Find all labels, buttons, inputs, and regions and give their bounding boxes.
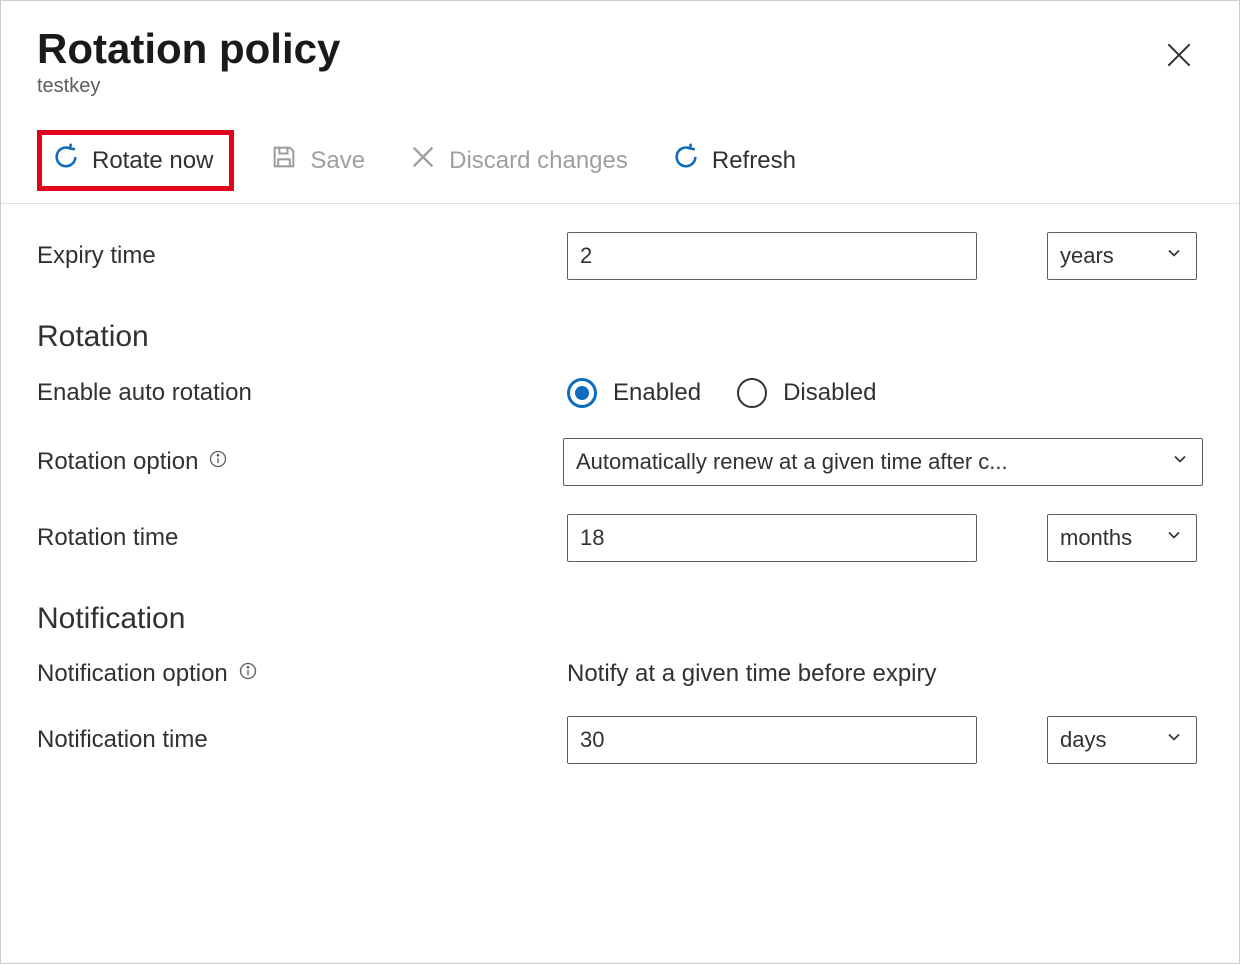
rotate-now-button[interactable]: Rotate now — [37, 130, 234, 191]
refresh-button[interactable]: Refresh — [664, 137, 804, 184]
notification-time-label: Notification time — [37, 726, 567, 754]
save-button: Save — [262, 137, 373, 184]
discard-label: Discard changes — [449, 147, 628, 175]
radio-circle-icon — [737, 378, 767, 408]
expiry-time-input[interactable] — [567, 232, 977, 280]
notification-option-row: Notification option Notify at a given ti… — [37, 660, 1203, 688]
notification-option-label: Notification option — [37, 660, 228, 688]
disabled-radio-label: Disabled — [783, 379, 876, 407]
chevron-down-icon — [1164, 243, 1184, 269]
rotation-option-value: Automatically renew at a given time afte… — [576, 449, 1170, 475]
notification-time-row: Notification time days — [37, 716, 1203, 764]
rotate-icon — [52, 143, 80, 178]
rotation-heading: Rotation — [37, 320, 1203, 354]
notification-time-input[interactable] — [567, 716, 977, 764]
radio-circle-icon — [567, 378, 597, 408]
rotation-time-input[interactable] — [567, 514, 977, 562]
notification-time-unit-dropdown[interactable]: days — [1047, 716, 1197, 764]
close-icon — [1163, 58, 1195, 75]
save-label: Save — [310, 147, 365, 175]
rotation-time-unit-dropdown[interactable]: months — [1047, 514, 1197, 562]
rotation-option-row: Rotation option Automatically renew at a… — [37, 438, 1203, 486]
chevron-down-icon — [1164, 525, 1184, 551]
rotation-option-dropdown[interactable]: Automatically renew at a given time afte… — [563, 438, 1203, 486]
toolbar: Rotate now Save Discard changes — [1, 106, 1239, 204]
auto-rotation-radio-group: Enabled Disabled — [567, 378, 876, 408]
rotation-time-label: Rotation time — [37, 524, 567, 552]
chevron-down-icon — [1164, 727, 1184, 753]
panel-header: Rotation policy testkey — [1, 1, 1239, 106]
page-title: Rotation policy — [37, 25, 1203, 73]
save-icon — [270, 143, 298, 178]
notification-heading: Notification — [37, 602, 1203, 636]
close-button[interactable] — [1159, 35, 1199, 80]
discard-changes-button: Discard changes — [401, 137, 636, 184]
rotation-option-label: Rotation option — [37, 448, 198, 476]
info-icon[interactable] — [208, 448, 228, 476]
enable-auto-rotation-row: Enable auto rotation Enabled Disabled — [37, 378, 1203, 408]
page-subtitle: testkey — [37, 75, 1203, 98]
refresh-icon — [672, 143, 700, 178]
notification-option-value: Notify at a given time before expiry — [567, 660, 937, 688]
expiry-time-row: Expiry time years — [37, 232, 1203, 280]
rotation-time-unit-value: months — [1060, 525, 1132, 551]
notification-time-unit-value: days — [1060, 727, 1106, 753]
expiry-time-unit-dropdown[interactable]: years — [1047, 232, 1197, 280]
enabled-radio[interactable]: Enabled — [567, 378, 701, 408]
expiry-time-label: Expiry time — [37, 242, 567, 270]
rotation-time-row: Rotation time months — [37, 514, 1203, 562]
enable-auto-rotation-label: Enable auto rotation — [37, 379, 567, 407]
refresh-label: Refresh — [712, 147, 796, 175]
disabled-radio[interactable]: Disabled — [737, 378, 876, 408]
info-icon[interactable] — [238, 660, 258, 688]
enabled-radio-label: Enabled — [613, 379, 701, 407]
rotate-now-label: Rotate now — [92, 147, 213, 175]
expiry-time-unit-value: years — [1060, 243, 1114, 269]
form-area: Expiry time years Rotation Enable auto r… — [1, 204, 1239, 802]
discard-icon — [409, 143, 437, 178]
rotation-policy-panel: Rotation policy testkey Rotate now — [0, 0, 1240, 964]
chevron-down-icon — [1170, 449, 1190, 475]
